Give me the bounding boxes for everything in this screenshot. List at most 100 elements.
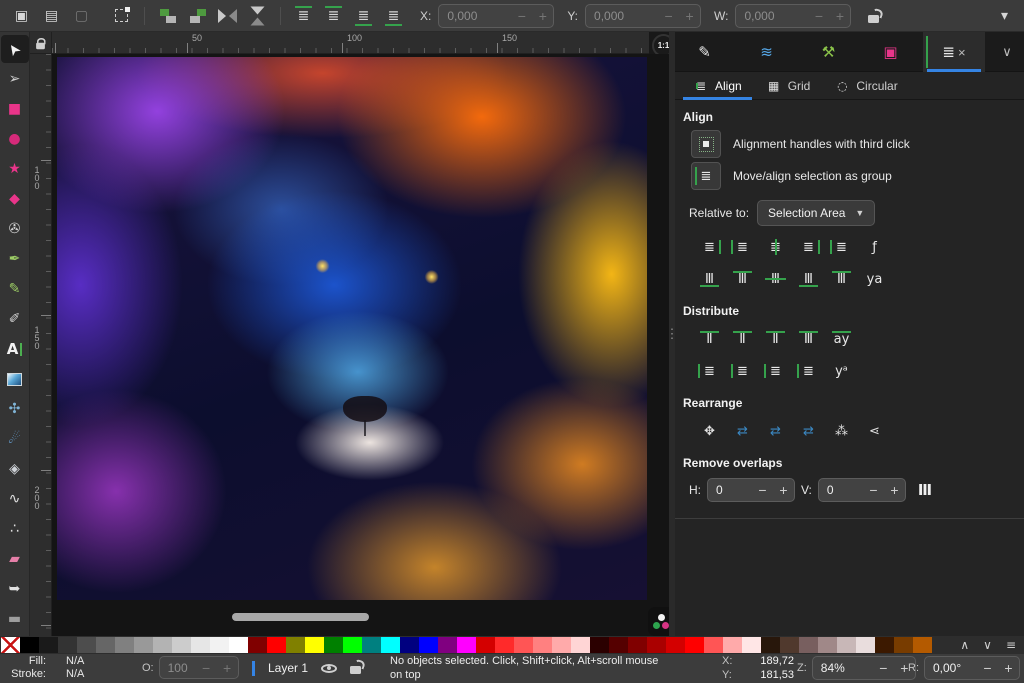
- lower-button[interactable]: ≣: [350, 3, 377, 29]
- palette-swatch[interactable]: [210, 637, 229, 653]
- canvas-page-lion-artwork[interactable]: [57, 57, 647, 600]
- center-on-vertical-axis[interactable]: ≣: [761, 236, 790, 258]
- spray-tool[interactable]: ∴: [1, 515, 29, 543]
- make-horizontal-gaps-equal[interactable]: Ⅲ: [794, 328, 823, 350]
- palette-swatch[interactable]: [172, 637, 191, 653]
- canvas-viewport[interactable]: [52, 54, 675, 636]
- unclump-objects[interactable]: ⋖: [860, 420, 889, 442]
- align-top-to-anchor-bottom[interactable]: Ⅲ: [827, 268, 856, 290]
- exchange-in-stacking-order[interactable]: ⇄: [761, 420, 790, 442]
- tab-circular[interactable]: ◌ Circular: [822, 72, 909, 100]
- palette-swatch[interactable]: [704, 637, 723, 653]
- horizontal-scrollbar[interactable]: [52, 612, 675, 622]
- tab-grid[interactable]: ▦ Grid: [754, 72, 823, 100]
- tweak-tool[interactable]: ∿: [1, 485, 29, 513]
- palette-swatch[interactable]: [685, 637, 704, 653]
- palette-swatch[interactable]: [723, 637, 742, 653]
- flip-vertical-button[interactable]: [244, 3, 271, 29]
- palette-menu-button[interactable]: ≡: [1006, 638, 1016, 652]
- lower-to-bottom-button[interactable]: ≣: [380, 3, 407, 29]
- gradient-tool[interactable]: [1, 365, 29, 393]
- text-tool[interactable]: A: [1, 335, 29, 363]
- palette-swatch[interactable]: [590, 637, 609, 653]
- align-text-baselines[interactable]: ya: [860, 268, 889, 290]
- distribute-top-edges[interactable]: ≣: [695, 360, 724, 382]
- zoom-decrement[interactable]: −: [873, 660, 894, 676]
- h-gap-decrement[interactable]: −: [752, 482, 773, 498]
- toolbar-overflow-button[interactable]: ▾: [991, 3, 1018, 29]
- opacity-input[interactable]: 100: [160, 661, 196, 675]
- mesh-gradient-tool[interactable]: ✣: [1, 395, 29, 423]
- star-tool[interactable]: ★: [1, 155, 29, 183]
- v-gap-input[interactable]: 0: [819, 483, 863, 497]
- palette-swatch[interactable]: [913, 637, 932, 653]
- palette-swatch[interactable]: [438, 637, 457, 653]
- paint-bucket-tool[interactable]: ◈: [1, 455, 29, 483]
- distribute-centers-vertically[interactable]: ≣: [728, 360, 757, 382]
- dialog-tab-object-properties[interactable]: ▣: [861, 32, 923, 72]
- make-vertical-gaps-equal[interactable]: ≣: [794, 360, 823, 382]
- align-top-edges[interactable]: Ⅲ: [728, 268, 757, 290]
- raise-to-top-button[interactable]: ≣: [290, 3, 317, 29]
- align-right-to-anchor-left[interactable]: ≣: [695, 236, 724, 258]
- palette-swatch[interactable]: [856, 637, 875, 653]
- w-increment-button[interactable]: +: [829, 8, 850, 24]
- rotate-ccw-button[interactable]: [154, 3, 181, 29]
- fill-stroke-indicator[interactable]: Fill: N/A Stroke: N/A: [2, 655, 84, 680]
- palette-swatch[interactable]: [381, 637, 400, 653]
- w-input[interactable]: 0,000: [736, 9, 808, 23]
- distribute-left-edges[interactable]: Ⅱ: [695, 328, 724, 350]
- v-gap-decrement[interactable]: −: [863, 482, 884, 498]
- dialog-tab-align-distribute[interactable]: ≣ ×: [923, 32, 985, 72]
- raise-button[interactable]: ≣: [320, 3, 347, 29]
- arrange-connector-network[interactable]: ✥: [695, 420, 724, 442]
- palette-swatch[interactable]: [324, 637, 343, 653]
- palette-swatch[interactable]: [362, 637, 381, 653]
- palette-swatch[interactable]: [571, 637, 590, 653]
- palette-swatch[interactable]: [153, 637, 172, 653]
- rotate-cw-button[interactable]: [184, 3, 211, 29]
- palette-swatch[interactable]: [96, 637, 115, 653]
- palette-swatch[interactable]: [419, 637, 438, 653]
- node-tool[interactable]: ➢: [1, 65, 29, 93]
- palette-swatch[interactable]: [647, 637, 666, 653]
- ellipse-tool[interactable]: ●: [1, 125, 29, 153]
- distribute-text-baselines-vertical[interactable]: yᵃ: [827, 360, 856, 382]
- palette-swatch[interactable]: [514, 637, 533, 653]
- selector-tool[interactable]: ➤: [0, 35, 29, 63]
- measure-tool[interactable]: ▬: [1, 605, 29, 633]
- selection-box-toggle-button[interactable]: [108, 3, 135, 29]
- palette-swatch[interactable]: [628, 637, 647, 653]
- w-decrement-button[interactable]: −: [808, 8, 829, 24]
- palette-swatch[interactable]: [742, 637, 761, 653]
- palette-swatch[interactable]: [780, 637, 799, 653]
- flip-horizontal-button[interactable]: [214, 3, 241, 29]
- palette-swatch[interactable]: [20, 637, 39, 653]
- distribute-text-anchors-horizontal[interactable]: ay: [827, 328, 856, 350]
- dropper-tool[interactable]: ☄: [1, 425, 29, 453]
- connector-tool[interactable]: ➥: [1, 575, 29, 603]
- x-increment-button[interactable]: +: [532, 8, 553, 24]
- palette-scroll-up-button[interactable]: ∧: [960, 638, 969, 652]
- distribute-right-edges[interactable]: Ⅱ: [761, 328, 790, 350]
- center-on-horizontal-axis[interactable]: Ⅲ: [761, 268, 790, 290]
- rotation-input[interactable]: 0,00°: [925, 661, 977, 675]
- layer-selector[interactable]: Layer 1: [268, 661, 308, 675]
- dialog-tab-fill-stroke[interactable]: ✎: [675, 32, 737, 72]
- randomize-centers[interactable]: ⁂: [827, 420, 856, 442]
- palette-swatch[interactable]: [267, 637, 286, 653]
- palette-swatch[interactable]: [457, 637, 476, 653]
- opacity-increment[interactable]: +: [217, 660, 238, 676]
- palette-swatch[interactable]: [818, 637, 837, 653]
- remove-overlaps-button[interactable]: Ⅲ: [912, 478, 938, 502]
- dialog-tab-preferences[interactable]: ⚒: [799, 32, 861, 72]
- palette-swatch[interactable]: [761, 637, 780, 653]
- palette-swatch[interactable]: [77, 637, 96, 653]
- ruler-corner[interactable]: [30, 32, 52, 54]
- scrollbar-thumb[interactable]: [232, 613, 369, 621]
- x-input[interactable]: 0,000: [439, 9, 511, 23]
- zoom-input[interactable]: 84%: [813, 661, 873, 675]
- y-input[interactable]: 0,000: [586, 9, 658, 23]
- palette-swatch[interactable]: [58, 637, 77, 653]
- x-decrement-button[interactable]: −: [511, 8, 532, 24]
